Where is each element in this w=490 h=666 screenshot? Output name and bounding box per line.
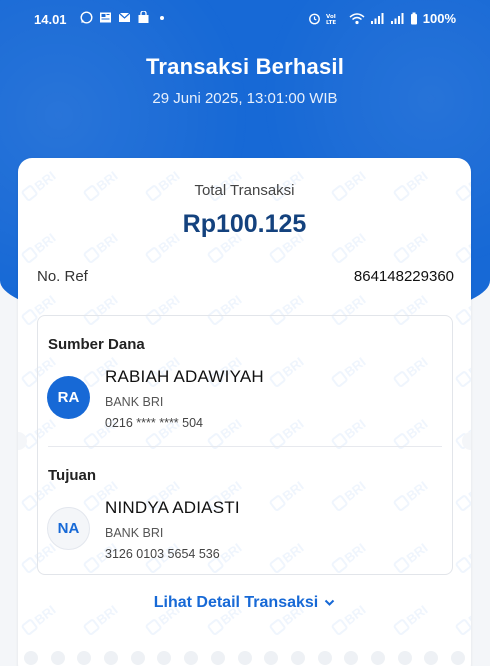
destination-name: NINDYA ADIASTI — [105, 498, 240, 517]
ref-number: 864148229360 — [353, 268, 454, 285]
chevron-down-icon — [324, 596, 335, 610]
receipt-notch-right — [462, 432, 471, 450]
receipt-card: BRI Total Transaksi Rp100.125 No. Ref 86… — [18, 158, 471, 666]
destination-bank: BANK BRI — [105, 526, 164, 540]
battery-percent: 100% — [422, 11, 456, 26]
receipt-notch-left — [18, 432, 27, 450]
more-notifications-dot — [160, 15, 164, 20]
source-name: RABIAH ADAWIYAH — [105, 367, 264, 386]
source-account: 0216 **** **** 504 — [105, 416, 203, 430]
parties-divider — [48, 446, 442, 447]
alarm-icon — [308, 12, 321, 25]
source-bank: BANK BRI — [105, 395, 164, 409]
receipt-bottom-edge — [18, 651, 471, 666]
view-transaction-detail-link[interactable]: Lihat Detail Transaksi — [18, 594, 471, 612]
source-section-title: Sumber Dana — [48, 336, 145, 353]
total-amount: Rp100.125 — [182, 210, 307, 238]
wifi-icon — [349, 12, 365, 25]
ref-label: No. Ref — [37, 268, 88, 285]
shopping-bag-icon — [137, 11, 150, 24]
news-icon — [99, 11, 112, 24]
destination-avatar: NA — [47, 507, 90, 550]
signal-icon-1 — [370, 12, 385, 25]
total-label: Total Transaksi — [194, 182, 295, 199]
system-icons: VoI LTE 100% — [308, 11, 456, 26]
destination-account: 3126 0103 5654 536 — [105, 547, 220, 561]
header: Transaksi Berhasil 29 Juni 2025, 13:01:0… — [0, 54, 490, 107]
battery-icon — [410, 12, 418, 25]
detail-link-label: Lihat Detail Transaksi — [153, 594, 319, 611]
mail-icon — [118, 11, 131, 24]
volte-icon: VoI LTE — [326, 12, 344, 25]
status-time: 14.01 — [34, 12, 67, 27]
parties-box: Sumber Dana RA RABIAH ADAWIYAH BANK BRI … — [37, 315, 453, 575]
svg-text:LTE: LTE — [326, 20, 336, 25]
source-avatar: RA — [47, 376, 90, 419]
page-title: Transaksi Berhasil — [145, 54, 345, 79]
signal-icon-2 — [390, 12, 405, 25]
notification-icons — [80, 11, 164, 24]
transaction-datetime: 29 Juni 2025, 13:01:00 WIB — [152, 90, 338, 107]
status-bar: 14.01 VoI LTE 100% — [0, 0, 490, 38]
whatsapp-icon — [80, 11, 93, 24]
destination-section-title: Tujuan — [48, 467, 97, 484]
